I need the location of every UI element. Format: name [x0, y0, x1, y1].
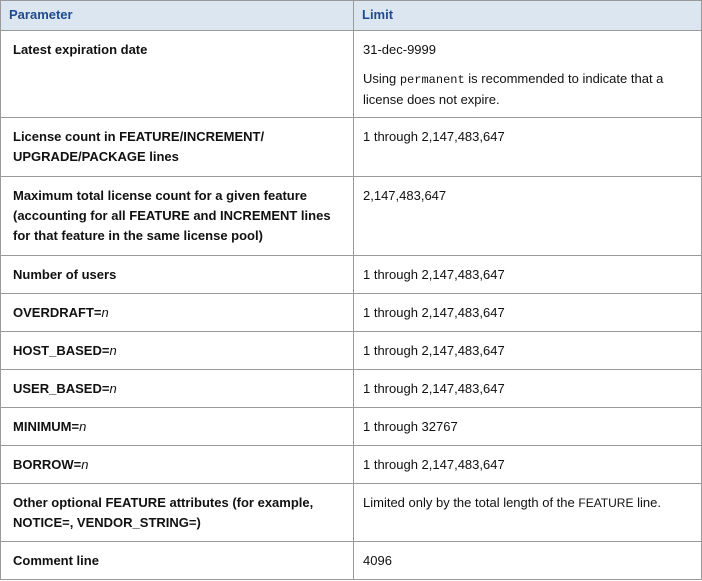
header-limit: Limit: [353, 0, 702, 31]
limit-cell: 1 through 32767: [353, 407, 702, 446]
header-parameter: Parameter: [0, 0, 354, 31]
parameter-cell: Maximum total license count for a given …: [0, 176, 354, 256]
parameter-variable: n: [109, 381, 117, 396]
limit-text-post: line.: [633, 495, 661, 510]
limits-table: Parameter Limit Latest expiration date 3…: [0, 0, 702, 580]
parameter-cell: Comment line: [0, 541, 354, 580]
parameter-name: BORROW=: [13, 457, 82, 472]
limit-text-pre: Limited only by the total length of the: [363, 495, 579, 510]
limit-cell: 31-dec-9999 Using permanent is recommend…: [353, 30, 702, 118]
parameter-cell: MINIMUM=n: [0, 407, 354, 446]
table-row: Comment line 4096: [0, 541, 702, 580]
parameter-name: USER_BASED=: [13, 381, 110, 396]
limit-note: Using permanent is recommended to indica…: [363, 69, 693, 110]
table-row: Number of users 1 through 2,147,483,647: [0, 255, 702, 294]
parameter-cell: License count in FEATURE/INCREMENT/ UPGR…: [0, 117, 354, 177]
table-row: MINIMUM=n 1 through 32767: [0, 407, 702, 446]
table-row: BORROW=n 1 through 2,147,483,647: [0, 445, 702, 484]
limit-cell: 4096: [353, 541, 702, 580]
table-row: HOST_BASED=n 1 through 2,147,483,647: [0, 331, 702, 370]
limit-cell: 2,147,483,647: [353, 176, 702, 256]
limit-cell: Limited only by the total length of the …: [353, 483, 702, 542]
limit-cell: 1 through 2,147,483,647: [353, 331, 702, 370]
limit-value: 31-dec-9999: [363, 42, 436, 57]
table-row: OVERDRAFT=n 1 through 2,147,483,647: [0, 293, 702, 332]
header-row: Parameter Limit: [0, 0, 702, 31]
parameter-name: HOST_BASED=: [13, 343, 110, 358]
limit-cell: 1 through 2,147,483,647: [353, 293, 702, 332]
note-code: permanent: [399, 73, 465, 87]
parameter-variable: n: [81, 457, 89, 472]
parameter-cell: OVERDRAFT=n: [0, 293, 354, 332]
parameter-name: MINIMUM=: [13, 419, 80, 434]
table-row: USER_BASED=n 1 through 2,147,483,647: [0, 369, 702, 408]
parameter-name: OVERDRAFT=: [13, 305, 102, 320]
limit-cell: 1 through 2,147,483,647: [353, 445, 702, 484]
table-row: Other optional FEATURE attributes (for e…: [0, 483, 702, 542]
limit-cell: 1 through 2,147,483,647: [353, 117, 702, 177]
limit-code: FEATURE: [578, 496, 634, 510]
note-text-pre: Using: [363, 71, 400, 86]
table-row: Maximum total license count for a given …: [0, 176, 702, 256]
parameter-variable: n: [101, 305, 109, 320]
parameter-variable: n: [79, 419, 87, 434]
limit-cell: 1 through 2,147,483,647: [353, 369, 702, 408]
table-row: Latest expiration date 31-dec-9999 Using…: [0, 30, 702, 118]
parameter-cell: Latest expiration date: [0, 30, 354, 118]
table-row: License count in FEATURE/INCREMENT/ UPGR…: [0, 117, 702, 177]
parameter-cell: USER_BASED=n: [0, 369, 354, 408]
parameter-cell: Number of users: [0, 255, 354, 294]
limit-cell: 1 through 2,147,483,647: [353, 255, 702, 294]
parameter-cell: HOST_BASED=n: [0, 331, 354, 370]
parameter-cell: Other optional FEATURE attributes (for e…: [0, 483, 354, 542]
parameter-variable: n: [109, 343, 117, 358]
parameter-cell: BORROW=n: [0, 445, 354, 484]
